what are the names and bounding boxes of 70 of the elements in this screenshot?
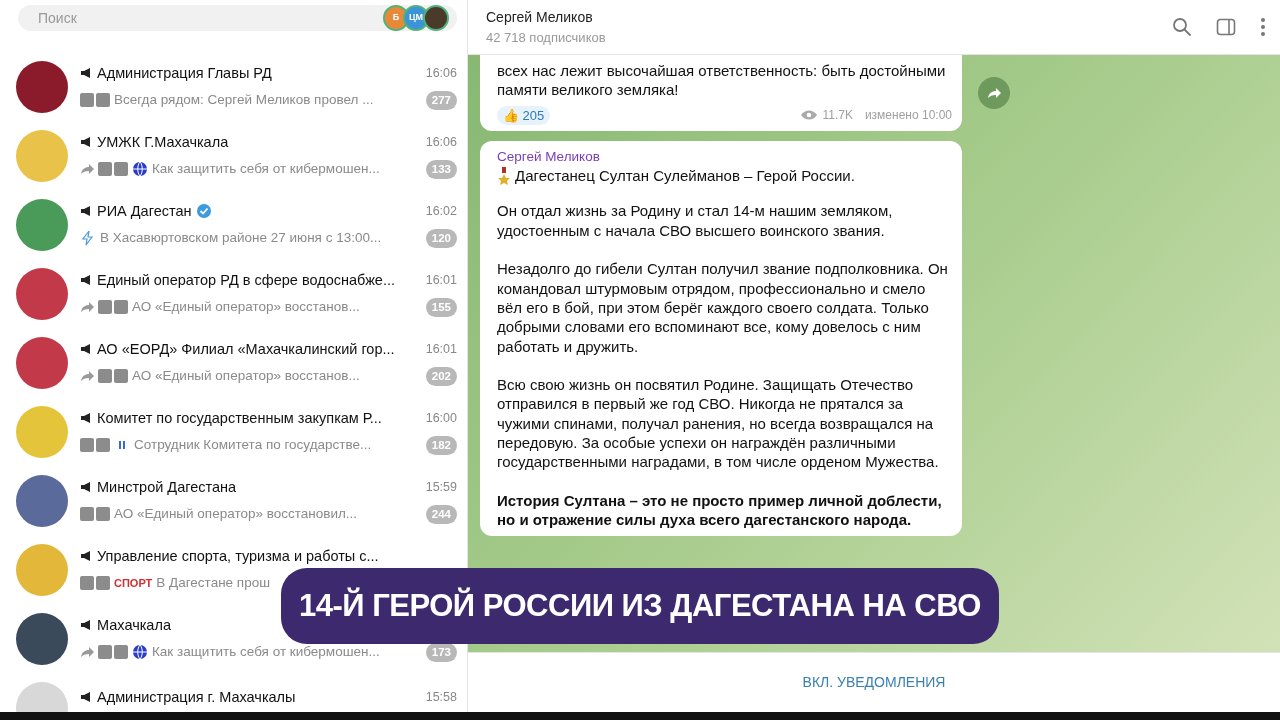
chat-preview: АО «Единый оператор» восстанов... <box>132 367 360 386</box>
message-text: История Султана – это не просто пример личной доблести, но и отражение силы духа всего дагестанского народа. <box>497 490 943 530</box>
chat-preview: Как защитить себя от кибермошен... <box>152 643 380 662</box>
chat-name[interactable]: Единый оператор РД в сфере водоснабже... <box>97 269 396 292</box>
chat-time: 16:06 <box>425 134 457 151</box>
caption-banner: 14-Й ГЕРОЙ РОССИИ ИЗ ДАГЕСТАНА НА СВО <box>281 568 999 644</box>
subscriber-count: 42 718 подписчиков <box>486 28 606 47</box>
lightning-icon <box>80 230 96 247</box>
share-button[interactable] <box>978 76 1010 109</box>
message-text: Всю свою жизнь он посвятил Родине. Защищать Отечество отправился в первый же год СВО. Никогда не прятался за чужими спинами, получал ранения, но всегда возвращался на передовую. За особые успехи он награждён различными государственными наградами, в том числе орденом Мужества. <box>497 375 940 472</box>
chat-preview: Как защитить себя от кибермошен... <box>152 160 380 179</box>
panel-icon <box>1216 17 1236 37</box>
message-text: Незадолго до гибели Султан получил звание подполковника. Он командовал штурмовым отрядом, профессионально и смело вёл его в бой, при этом берёг каждого своего солдата. Только добрыми словами его вспоминают все, кому довелось с ним работать и дружить. <box>497 259 949 356</box>
notifications-button[interactable]: ВКЛ. УВЕДОМЛЕНИЯ <box>796 671 952 694</box>
message-text: всех нас лежит высочайшая ответственность: быть достойными памяти великого земляка! <box>497 61 947 100</box>
chat-name[interactable]: РИА Дагестан <box>97 200 192 223</box>
unread-count: 133 <box>425 159 457 179</box>
chat-time: 16:01 <box>425 272 457 289</box>
channel-title[interactable]: Сергей Меликов <box>486 6 606 28</box>
megaphone-icon <box>80 412 93 425</box>
megaphone-icon <box>80 619 93 632</box>
unread-count: 244 <box>425 504 457 524</box>
megaphone-icon <box>80 67 93 80</box>
unread-count: 155 <box>425 297 457 317</box>
chat-name[interactable]: УМЖК Г.Махачкала <box>97 131 229 154</box>
message-headline: Дагестанец Султан Сулейманов – Герой России. <box>515 166 855 186</box>
chat-preview: В Дагестане прош <box>156 574 271 593</box>
chat-preview: АО «Единый оператор» восстанов... <box>132 298 360 317</box>
megaphone-icon <box>80 136 93 149</box>
megaphone-icon <box>80 481 93 494</box>
chat-name[interactable]: Управление спорта, туризма и работы с... <box>97 545 379 568</box>
chat-name[interactable]: АО «ЕОРД» Филиал «Махачкалинский гор... <box>97 338 395 361</box>
globe-icon <box>132 161 148 178</box>
chat-time: 15:58 <box>425 689 457 706</box>
megaphone-icon <box>80 343 93 356</box>
unread-count: 120 <box>425 228 457 248</box>
chat-name[interactable]: Махачкала <box>97 614 171 637</box>
share-arrow-icon <box>987 86 1001 99</box>
medal-icon <box>497 166 511 185</box>
more-icon <box>1260 17 1266 37</box>
edited-time: изменено 10:00 <box>864 106 952 124</box>
chat-name[interactable]: Администрация Главы РД <box>97 62 272 85</box>
chat-time: 16:01 <box>425 341 457 358</box>
megaphone-icon <box>80 550 93 563</box>
megaphone-icon <box>80 274 93 287</box>
message-author[interactable]: Сергей Меликов <box>497 146 952 167</box>
chat-time: 16:02 <box>425 203 457 220</box>
chat-preview: Сотрудник Комитета по государстве... <box>134 436 372 455</box>
chat-time: 15:59 <box>425 479 457 496</box>
chat-time: 16:06 <box>425 65 457 82</box>
chat-name[interactable]: Минстрой Дагестана <box>97 476 237 499</box>
sport-logo: СПОРТ <box>114 576 153 592</box>
unread-count: 202 <box>425 366 457 386</box>
chat-name[interactable]: Администрация г. Махачкалы <box>97 686 296 709</box>
unread-count: 182 <box>425 435 457 455</box>
chat-preview: Всегда рядом: Сергей Меликов провел ... <box>114 91 374 110</box>
view-count: 11.7K <box>822 106 853 124</box>
message-text: Он отдал жизнь за Родину и стал 14-м нашим земляком, удостоенным с начала СВО высшего воинского звания. <box>497 201 894 241</box>
chat-preview: В Хасавюртовском районе 27 июня с 13:00... <box>100 229 382 248</box>
chat-name[interactable]: Комитет по государственным закупкам Р... <box>97 407 382 430</box>
megaphone-icon <box>80 691 93 704</box>
chat-time: 16:00 <box>425 410 457 427</box>
photo-placeholder[interactable] <box>423 5 449 31</box>
search-icon <box>1172 17 1192 37</box>
megaphone-icon <box>80 205 93 218</box>
eye-icon <box>800 109 819 122</box>
unread-count: 277 <box>425 90 457 110</box>
globe-icon <box>132 644 148 661</box>
reaction-chip[interactable]: 👍 205 <box>497 105 551 125</box>
chat-preview: АО «Единый оператор» восстановил... <box>114 505 358 524</box>
